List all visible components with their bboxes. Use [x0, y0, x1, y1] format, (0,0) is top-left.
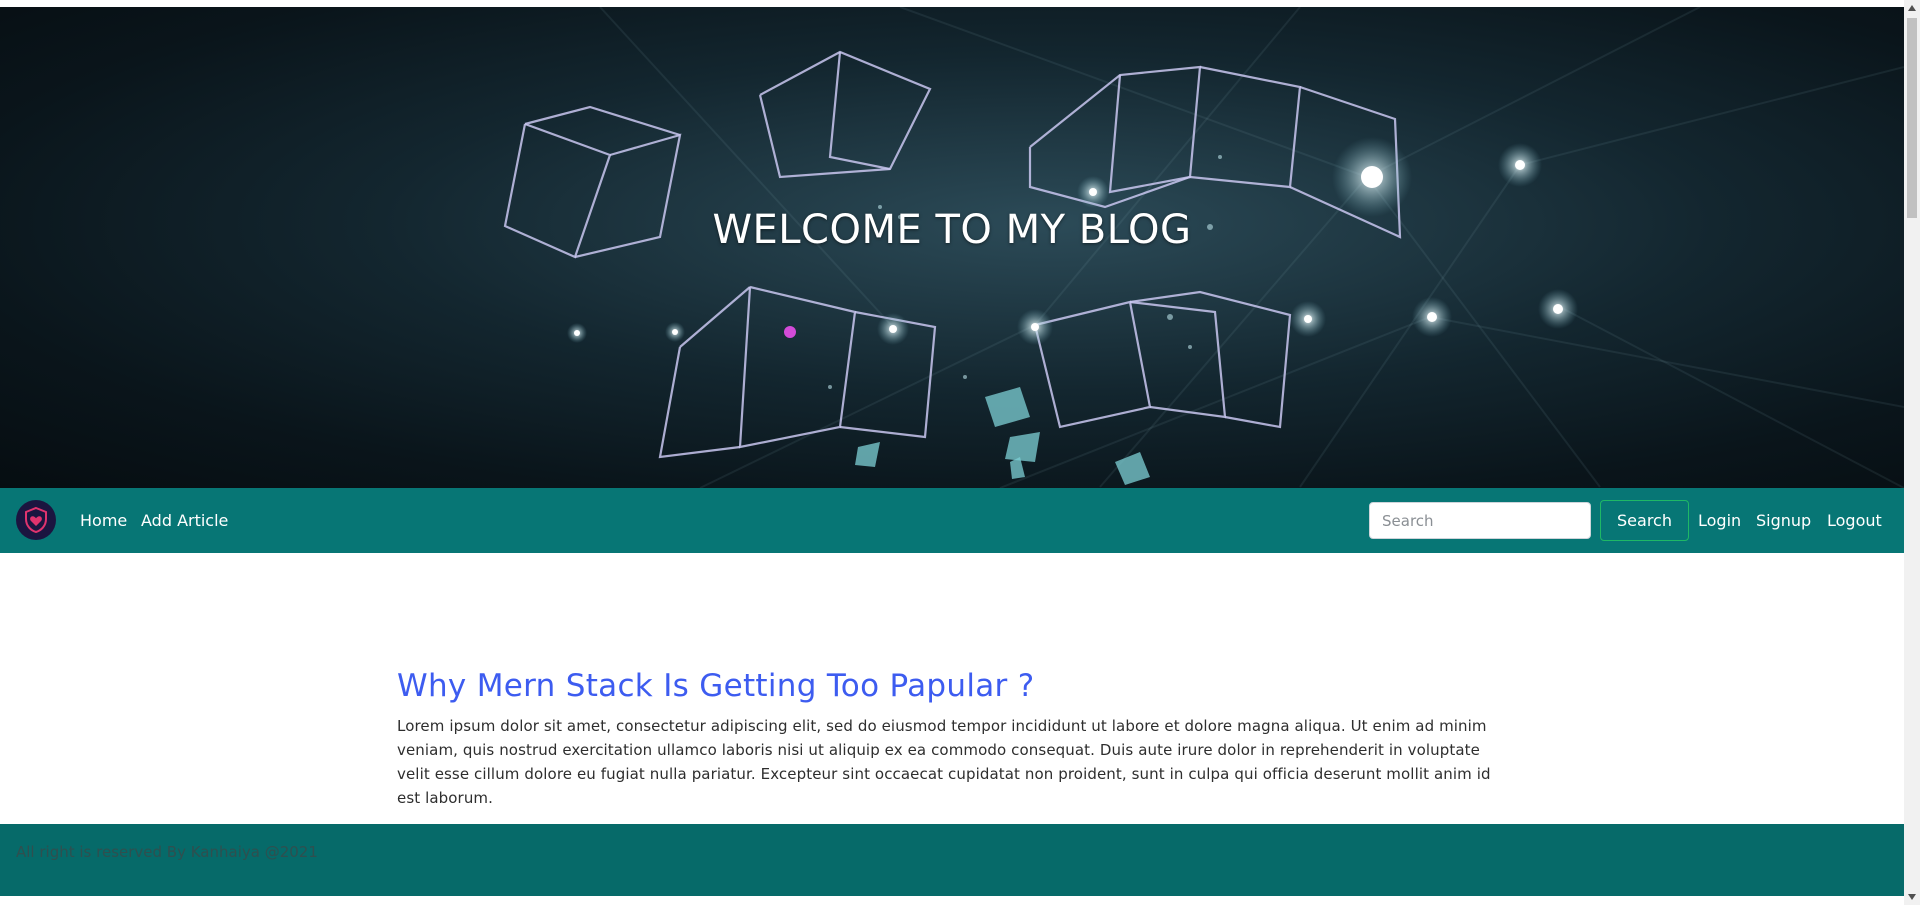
scroll-up-arrow-icon[interactable] [1904, 0, 1920, 16]
nav-link-logout[interactable]: Logout [1827, 488, 1882, 553]
navbar: Home Add Article Search Login Signup Log… [0, 488, 1904, 553]
article-title[interactable]: Why Mern Stack Is Getting Too Papular ? [397, 665, 1507, 707]
search-input[interactable] [1369, 502, 1591, 539]
scrollbar-thumb[interactable] [1907, 18, 1917, 218]
nav-link-add-article[interactable]: Add Article [141, 488, 228, 553]
hero-title: WELCOME TO MY BLOG [712, 207, 1192, 253]
search-button[interactable]: Search [1600, 500, 1689, 541]
footer: All right is reserved By Kanhaiya @2021 [0, 824, 1904, 896]
page: WELCOME TO MY BLOG Home Add Article Sear… [0, 0, 1904, 905]
nav-link-signup[interactable]: Signup [1756, 488, 1811, 553]
nav-link-home[interactable]: Home [80, 488, 127, 553]
article-body: Lorem ipsum dolor sit amet, consectetur … [397, 717, 1491, 807]
shield-heart-icon[interactable] [16, 500, 56, 540]
footer-copyright: All right is reserved By Kanhaiya @2021 [16, 843, 318, 861]
nav-link-login[interactable]: Login [1698, 488, 1741, 553]
scroll-down-arrow-icon[interactable] [1904, 889, 1920, 905]
hero-banner: WELCOME TO MY BLOG [0, 7, 1904, 488]
article-container: Why Mern Stack Is Getting Too Papular ? … [397, 665, 1507, 810]
vertical-scrollbar[interactable] [1904, 0, 1920, 905]
